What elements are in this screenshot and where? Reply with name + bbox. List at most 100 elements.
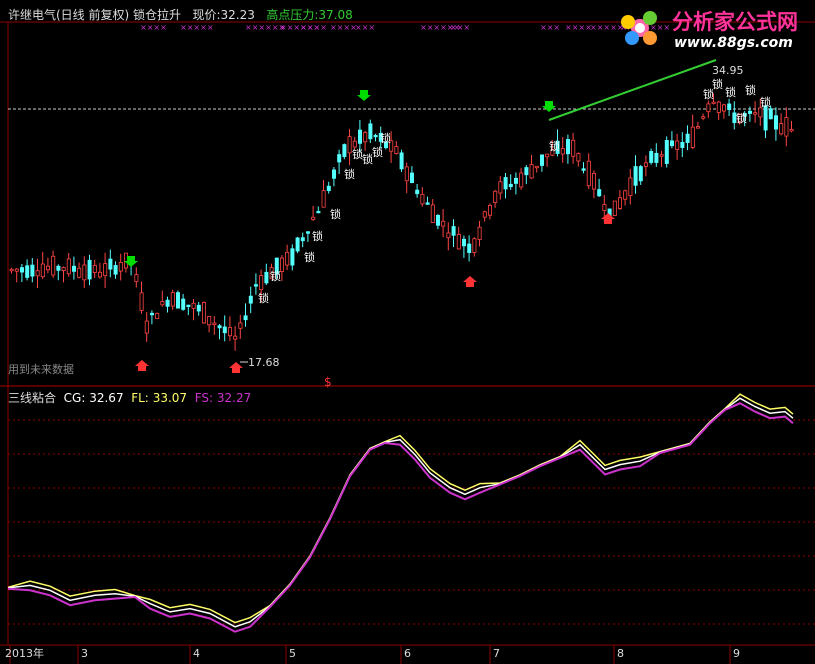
candle-body — [217, 325, 222, 329]
candle-body — [253, 284, 258, 287]
candle-body — [368, 123, 373, 140]
candle-body — [98, 271, 103, 278]
lock-label: 锁 — [372, 145, 383, 159]
sell-arrow — [542, 101, 556, 112]
candle-body — [560, 148, 565, 155]
x-marker: ××× — [355, 23, 375, 32]
candle-body — [30, 264, 35, 277]
indicator-title: 锁仓拉升 — [133, 8, 182, 22]
fs-line — [7, 402, 794, 633]
candle-body — [472, 238, 477, 253]
candle-body — [77, 267, 82, 278]
candle-body — [753, 112, 758, 115]
x-axis-label: 4 — [193, 647, 200, 660]
fs-value: 32.27 — [216, 391, 252, 405]
logo-text: 分析家公式网 — [672, 10, 798, 34]
stock-chart[interactable]: ×××× ××××× ×××××××××××××××× ××××××× ××××××××… — [0, 0, 815, 664]
candle-body — [592, 173, 597, 190]
candle-body — [316, 210, 321, 214]
candle-body — [498, 181, 503, 194]
candle-body — [108, 258, 113, 270]
buy-arrow — [463, 276, 477, 287]
candle-body — [40, 263, 45, 278]
candle-body — [576, 153, 581, 162]
candle-body — [654, 152, 659, 163]
x-marker: ×××× — [330, 23, 357, 32]
low-marker-label: 17.68 — [248, 356, 280, 369]
candle-body — [534, 165, 539, 169]
fs-label: FS: — [194, 391, 214, 405]
candle-body — [664, 139, 669, 164]
lock-label: 锁 — [312, 229, 323, 243]
x-axis-label: 6 — [404, 647, 411, 660]
x-marker: ×××× — [140, 23, 167, 32]
pressure-value: 37.08 — [318, 8, 353, 22]
x-marker: ××× — [300, 23, 320, 32]
candle-body — [706, 103, 711, 113]
candle-body — [446, 232, 451, 239]
candle-body — [514, 177, 519, 184]
candle-body — [404, 166, 409, 182]
lock-label: 锁 — [380, 131, 391, 145]
lock-labels: 锁锁锁锁锁锁锁 锁锁锁锁锁锁锁锁锁锁 — [258, 77, 771, 305]
candle-body — [618, 197, 623, 209]
candle-body — [612, 200, 617, 216]
candle-body — [503, 177, 508, 190]
candle-body — [420, 193, 425, 205]
candle-body — [342, 144, 347, 157]
candle-body — [259, 275, 264, 291]
candle-body — [461, 238, 466, 247]
candle-body — [696, 126, 701, 129]
lock-label: 锁 — [330, 207, 341, 221]
candle-body — [529, 164, 534, 179]
candle-body — [540, 154, 545, 166]
candle-body — [337, 154, 342, 163]
fl-label: FL: — [131, 391, 149, 405]
x-signal-markers: ×××× ××××× ×××××××××××××××× ××××××× ××××××××… — [140, 23, 670, 32]
candle-body — [586, 160, 591, 187]
candle-body — [87, 259, 92, 280]
candle-body — [524, 167, 529, 176]
candle-body — [545, 153, 550, 158]
candle-body — [623, 190, 628, 200]
candle-body — [134, 274, 139, 282]
x-marker: ××× — [450, 23, 470, 32]
candle-body — [748, 110, 753, 114]
candle-body — [581, 168, 586, 171]
candle-body — [238, 322, 243, 329]
candle-body — [305, 231, 310, 234]
candle-body — [659, 154, 664, 157]
lock-label: 锁 — [745, 83, 756, 97]
sell-arrow — [357, 90, 371, 101]
candle-body — [566, 139, 571, 155]
candle-body — [170, 292, 175, 307]
candle-body — [175, 292, 180, 309]
high-marker-label: 34.95 — [712, 64, 744, 77]
lock-label: 锁 — [258, 291, 269, 305]
x-axis-label: 9 — [733, 647, 740, 660]
cg-value: 32.67 — [89, 391, 124, 405]
candle-body — [347, 136, 352, 154]
candle-body — [165, 299, 170, 307]
x-axis-label: 8 — [617, 647, 624, 660]
x-axis-labels: 2013年 3 4 5 6 7 8 9 — [5, 645, 740, 664]
candle-body — [493, 190, 498, 203]
candle-body — [628, 177, 633, 196]
candle-body — [46, 265, 51, 271]
candle-body — [66, 258, 71, 275]
candle-body — [774, 115, 779, 130]
candle-body — [19, 267, 24, 273]
candle-body — [784, 117, 789, 137]
candle-body — [144, 320, 149, 334]
buy-arrow — [135, 360, 149, 371]
candle-body — [295, 237, 300, 252]
candle-body — [264, 271, 269, 284]
candle-body — [373, 134, 378, 138]
candle-body — [72, 265, 77, 272]
x-marker: ××× — [540, 23, 560, 32]
candle-body — [779, 123, 784, 135]
site-logo: 分析家公式网 www.88gs.com — [612, 2, 812, 58]
candle-body — [451, 226, 456, 236]
candle-body — [92, 264, 97, 273]
candle-body — [758, 107, 763, 118]
